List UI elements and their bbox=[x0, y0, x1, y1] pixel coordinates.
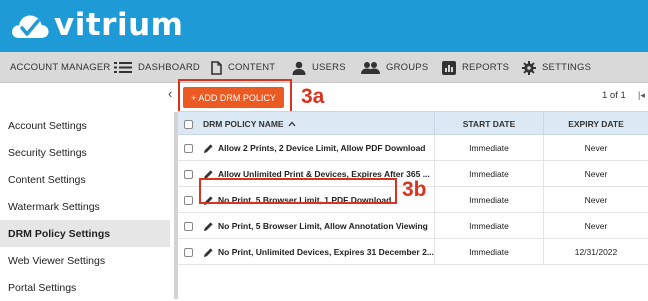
column-header-name-label: DRM POLICY NAME bbox=[203, 119, 284, 129]
table-row[interactable]: No Print, Unlimited Devices, Expires 31 … bbox=[178, 239, 648, 265]
nav-label: DASHBOARD bbox=[138, 62, 200, 73]
select-all-cell bbox=[184, 112, 198, 136]
expiry-date-cell: Never bbox=[543, 135, 648, 161]
nav-groups[interactable]: GROUPS bbox=[361, 52, 428, 83]
callout-box-3b bbox=[199, 178, 397, 204]
nav-label: CONTENT bbox=[228, 62, 276, 73]
gear-icon bbox=[522, 60, 536, 75]
pencil-edit-icon[interactable] bbox=[203, 143, 214, 154]
nav-label: REPORTS bbox=[462, 62, 510, 73]
table-row[interactable]: No Print, 5 Browser Limit, Allow Annotat… bbox=[178, 213, 648, 239]
group-icon bbox=[361, 61, 380, 75]
user-icon bbox=[292, 61, 306, 75]
sidebar-item-account-settings[interactable]: Account Settings bbox=[0, 112, 170, 139]
sidebar-item-security-settings[interactable]: Security Settings bbox=[0, 139, 170, 166]
cloud-logo-icon bbox=[10, 11, 50, 41]
nav-settings[interactable]: SETTINGS bbox=[522, 52, 591, 83]
pencil-edit-icon[interactable] bbox=[203, 221, 214, 232]
row-checkbox[interactable] bbox=[184, 169, 193, 179]
column-header-expiry-date[interactable]: EXPIRY DATE bbox=[543, 112, 648, 136]
nav-reports[interactable]: REPORTS bbox=[442, 52, 509, 83]
settings-sidebar: Account Settings Security Settings Conte… bbox=[0, 83, 170, 299]
pager-text: 1 of 1 bbox=[602, 90, 626, 101]
row-checkbox-cell bbox=[184, 187, 193, 213]
nav-label: ACCOUNT MANAGER bbox=[10, 62, 111, 73]
nav-label: GROUPS bbox=[386, 62, 429, 73]
callout-label-3b: 3b bbox=[402, 178, 427, 201]
nav-account-manager[interactable]: ACCOUNT MANAGER bbox=[10, 52, 110, 83]
collapse-sidebar-icon[interactable]: ‹ bbox=[168, 86, 172, 101]
app-header: vitrium bbox=[0, 0, 648, 52]
app-name: vitrium bbox=[54, 7, 184, 43]
sidebar-item-drm-policy-settings[interactable]: DRM Policy Settings bbox=[0, 220, 170, 247]
start-date-cell: Immediate bbox=[434, 135, 543, 161]
select-all-checkbox[interactable] bbox=[184, 119, 193, 129]
expiry-date-cell: Never bbox=[543, 213, 648, 239]
list-icon bbox=[114, 61, 132, 74]
nav-label: USERS bbox=[312, 62, 346, 73]
sidebar-item-watermark-settings[interactable]: Watermark Settings bbox=[0, 193, 170, 220]
sidebar-item-portal-settings[interactable]: Portal Settings bbox=[0, 274, 170, 301]
callout-label-3a: 3a bbox=[301, 85, 325, 108]
row-checkbox[interactable] bbox=[184, 143, 193, 153]
table-row[interactable]: Allow 2 Prints, 2 Device Limit, Allow PD… bbox=[178, 135, 648, 161]
main-nav: ACCOUNT MANAGER DASHBOARD CONTENT USERS … bbox=[0, 52, 648, 83]
column-header-name[interactable]: DRM POLICY NAME bbox=[203, 112, 433, 136]
sidebar-item-content-settings[interactable]: Content Settings bbox=[0, 166, 170, 193]
vitrium-logo[interactable]: vitrium bbox=[10, 6, 183, 46]
policy-name-cell: No Print, Unlimited Devices, Expires 31 … bbox=[203, 239, 434, 265]
policy-name-cell: No Print, 5 Browser Limit, Allow Annotat… bbox=[203, 213, 434, 239]
start-date-cell: Immediate bbox=[434, 239, 543, 265]
sort-up-icon bbox=[288, 119, 296, 129]
row-checkbox[interactable] bbox=[184, 221, 193, 231]
document-icon bbox=[211, 60, 222, 75]
callout-box-3a bbox=[178, 79, 292, 114]
expiry-date-cell: Never bbox=[543, 161, 648, 187]
nav-users[interactable]: USERS bbox=[292, 52, 346, 83]
bar-chart-icon bbox=[442, 60, 456, 75]
nav-label: SETTINGS bbox=[542, 62, 592, 73]
first-page-icon[interactable]: |◂ bbox=[638, 90, 645, 101]
start-date-cell: Immediate bbox=[434, 187, 543, 213]
row-checkbox[interactable] bbox=[184, 195, 193, 205]
row-checkbox-cell bbox=[184, 135, 193, 161]
row-checkbox[interactable] bbox=[184, 247, 193, 257]
policy-name[interactable]: Allow 2 Prints, 2 Device Limit, Allow PD… bbox=[218, 143, 426, 153]
pencil-edit-icon[interactable] bbox=[203, 247, 214, 258]
row-checkbox-cell bbox=[184, 161, 193, 187]
policy-name-cell: Allow 2 Prints, 2 Device Limit, Allow PD… bbox=[203, 135, 434, 161]
start-date-cell: Immediate bbox=[434, 161, 543, 187]
expiry-date-cell: 12/31/2022 bbox=[543, 239, 648, 265]
column-header-start-date[interactable]: START DATE bbox=[434, 112, 543, 136]
policy-name[interactable]: No Print, Unlimited Devices, Expires 31 … bbox=[218, 247, 434, 257]
row-checkbox-cell bbox=[184, 213, 193, 239]
policy-name[interactable]: No Print, 5 Browser Limit, Allow Annotat… bbox=[218, 221, 428, 231]
start-date-cell: Immediate bbox=[434, 213, 543, 239]
row-checkbox-cell bbox=[184, 239, 193, 265]
sidebar-item-web-viewer-settings[interactable]: Web Viewer Settings bbox=[0, 247, 170, 274]
expiry-date-cell: Never bbox=[543, 187, 648, 213]
table-header: DRM POLICY NAME START DATE EXPIRY DATE bbox=[178, 111, 648, 136]
